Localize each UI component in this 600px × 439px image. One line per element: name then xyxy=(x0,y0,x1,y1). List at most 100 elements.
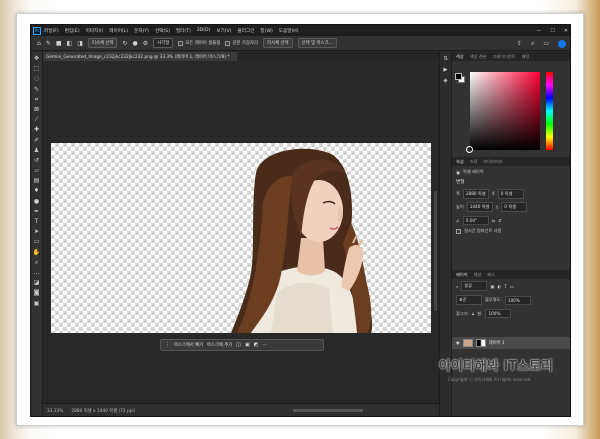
search-icon[interactable]: ⌕ xyxy=(531,40,534,48)
tab-color[interactable]: 색상 xyxy=(456,54,464,60)
height-field[interactable]: 1440 픽셀 xyxy=(466,202,493,212)
minimize-icon[interactable]: — xyxy=(536,28,541,34)
pen-tool-icon[interactable]: ✒ xyxy=(33,208,41,216)
y-field[interactable]: 0 픽셀 xyxy=(501,202,528,212)
opacity-field[interactable]: 100% xyxy=(504,295,531,305)
dodge-tool-icon[interactable]: ● xyxy=(33,198,41,206)
visibility-eye-icon[interactable]: ◉ xyxy=(456,341,460,346)
menu-help[interactable]: 도움말(H) xyxy=(279,28,299,34)
brush-tool-icon[interactable]: ✐ xyxy=(33,137,41,145)
share-icon[interactable]: ⇪ xyxy=(517,40,522,47)
sample-all-layers-checkbox[interactable]: 모든 레이어 샘플링 xyxy=(178,40,220,46)
lasso-tool-icon[interactable]: ◌ xyxy=(33,75,41,83)
menu-type[interactable]: 문자(Y) xyxy=(134,28,149,34)
lock-icon[interactable]: 🔒︎ xyxy=(472,311,474,316)
menu-filter[interactable]: 필터(T) xyxy=(176,28,191,34)
drag-handle-icon[interactable]: ⋮ xyxy=(165,342,170,348)
eraser-tool-icon[interactable]: ▱ xyxy=(33,167,41,175)
blend-mode-select[interactable]: 표준 xyxy=(456,295,482,305)
menu-3d[interactable]: 3D(D) xyxy=(197,28,211,33)
x-field[interactable]: 0 픽셀 xyxy=(497,188,524,199)
color-swatches-icon[interactable]: ◪ xyxy=(33,279,41,287)
rectangle-tool-icon[interactable]: ▭ xyxy=(33,238,41,246)
new-selection-icon[interactable]: ■ xyxy=(56,40,62,47)
type-tool-icon[interactable]: T xyxy=(33,218,41,226)
blur-tool-icon[interactable]: ♦ xyxy=(33,187,41,195)
layer-kind-select[interactable]: 종류 xyxy=(461,281,488,291)
auto-select-subject-button[interactable]: 피사체 선택 xyxy=(263,38,293,48)
history-icon[interactable]: ⇅ xyxy=(443,56,448,62)
more-options-icon[interactable]: ⋯ xyxy=(262,342,267,348)
quick-selection-tool-icon[interactable]: ✎ xyxy=(33,86,41,94)
menu-plugins[interactable]: 플러그인 xyxy=(238,28,255,34)
vertical-scrollbar[interactable] xyxy=(434,191,437,311)
layer-mask-thumbnail[interactable] xyxy=(475,339,486,347)
tab-layers[interactable]: 레이어 xyxy=(456,272,468,278)
invert-mask-icon[interactable]: ◫ xyxy=(236,342,241,348)
history-brush-tool-icon[interactable]: ↺ xyxy=(33,157,41,165)
filter-pixel-icon[interactable]: ▣ xyxy=(490,284,494,289)
select-and-mask-button[interactable]: 선택 및 마스크... xyxy=(297,38,337,48)
flip-vertical-icon[interactable]: ⇵ xyxy=(498,218,502,223)
mode-select[interactable]: 사각형 xyxy=(153,38,174,48)
menu-window[interactable]: 창(W) xyxy=(260,28,272,34)
filter-adjustment-icon[interactable]: ◐ xyxy=(497,284,501,289)
tab-channels[interactable]: 채널 xyxy=(474,272,482,278)
tab-patterns[interactable]: 패턴 xyxy=(522,54,530,60)
path-selection-tool-icon[interactable]: ➤ xyxy=(33,228,41,236)
menu-image[interactable]: 이미지(I) xyxy=(86,28,104,34)
tab-swatches[interactable]: 색상 견본 xyxy=(470,54,487,60)
checkbox-icon[interactable] xyxy=(456,228,461,234)
refine-mask-icon[interactable]: ◩ xyxy=(254,342,259,348)
quick-select-tool-icon[interactable]: ✎ xyxy=(46,40,51,47)
zoom-level[interactable]: 33.33% xyxy=(47,409,63,414)
color-picker-ring[interactable] xyxy=(466,146,473,153)
account-icon[interactable] xyxy=(558,39,566,48)
swatch-panel-icon[interactable]: ◈ xyxy=(443,78,447,84)
eyedropper-tool-icon[interactable]: ⁄ xyxy=(33,116,41,124)
healing-brush-tool-icon[interactable]: ✚ xyxy=(33,126,41,134)
hand-tool-icon[interactable]: ✋ xyxy=(33,249,41,257)
flip-horizontal-icon[interactable]: ⇋ xyxy=(492,218,496,223)
menu-view[interactable]: 보기(V) xyxy=(216,28,231,34)
menu-edit[interactable]: 편집(E) xyxy=(65,28,80,34)
width-field[interactable]: 2880 픽셀 xyxy=(462,188,489,199)
tab-adjustments[interactable]: 조정 xyxy=(470,159,478,165)
angle-field[interactable]: 0.00° xyxy=(462,215,489,225)
play-icon[interactable]: ▶ xyxy=(443,67,447,73)
screen-mode-icon[interactable]: ▣ xyxy=(33,300,41,308)
select-subject-button[interactable]: 피사체 선택 xyxy=(87,38,118,48)
clone-stamp-tool-icon[interactable]: ♟ xyxy=(33,147,41,155)
crop-tool-icon[interactable]: ⌗ xyxy=(33,96,41,104)
add-selection-icon[interactable]: ◧ xyxy=(67,40,73,47)
fill-mask-icon[interactable]: ▣ xyxy=(245,342,250,348)
enhance-edge-checkbox[interactable]: 강한 가장자리 xyxy=(225,40,258,46)
subtract-selection-icon[interactable]: ◨ xyxy=(77,40,83,47)
document-tab[interactable]: Gemini_Generated_Image_c232jkc232jkc232.… xyxy=(43,52,237,61)
move-tool-icon[interactable]: ✥ xyxy=(33,55,41,63)
more-tools-icon[interactable]: … xyxy=(33,269,41,277)
home-icon[interactable]: ⌂ xyxy=(37,40,41,47)
filter-type-icon[interactable]: T xyxy=(504,284,507,289)
fill-field[interactable]: 100% xyxy=(485,309,512,318)
hue-slider[interactable] xyxy=(546,72,553,150)
menu-select[interactable]: 선택(S) xyxy=(155,28,170,34)
tab-gradients[interactable]: 그레이디언트 xyxy=(492,54,515,60)
menu-layer[interactable]: 레이어(L) xyxy=(109,28,128,34)
frame-tool-icon[interactable]: ⊠ xyxy=(33,106,41,114)
subtract-from-mask-button[interactable]: 마스크에서 빼기 xyxy=(174,342,203,348)
marquee-tool-icon[interactable]: ⬚ xyxy=(33,65,41,73)
tab-properties[interactable]: 속성 xyxy=(456,159,464,165)
close-icon[interactable]: ✕ xyxy=(564,28,568,34)
add-to-mask-button[interactable]: 마스크에 추가 xyxy=(207,342,232,348)
brush-size-icon[interactable]: ● xyxy=(132,40,137,47)
maximize-icon[interactable]: ☐ xyxy=(550,28,554,34)
foreground-color-swatch[interactable] xyxy=(455,73,462,80)
gradient-tool-icon[interactable]: ▤ xyxy=(33,177,41,185)
workspace-icon[interactable]: ▭ xyxy=(543,40,549,47)
gear-icon[interactable]: ⚙ xyxy=(143,40,148,47)
filter-shape-icon[interactable]: ▭ xyxy=(510,284,514,289)
horizontal-scrollbar[interactable] xyxy=(293,409,363,412)
document-canvas[interactable] xyxy=(51,143,431,333)
color-field[interactable] xyxy=(470,72,540,150)
